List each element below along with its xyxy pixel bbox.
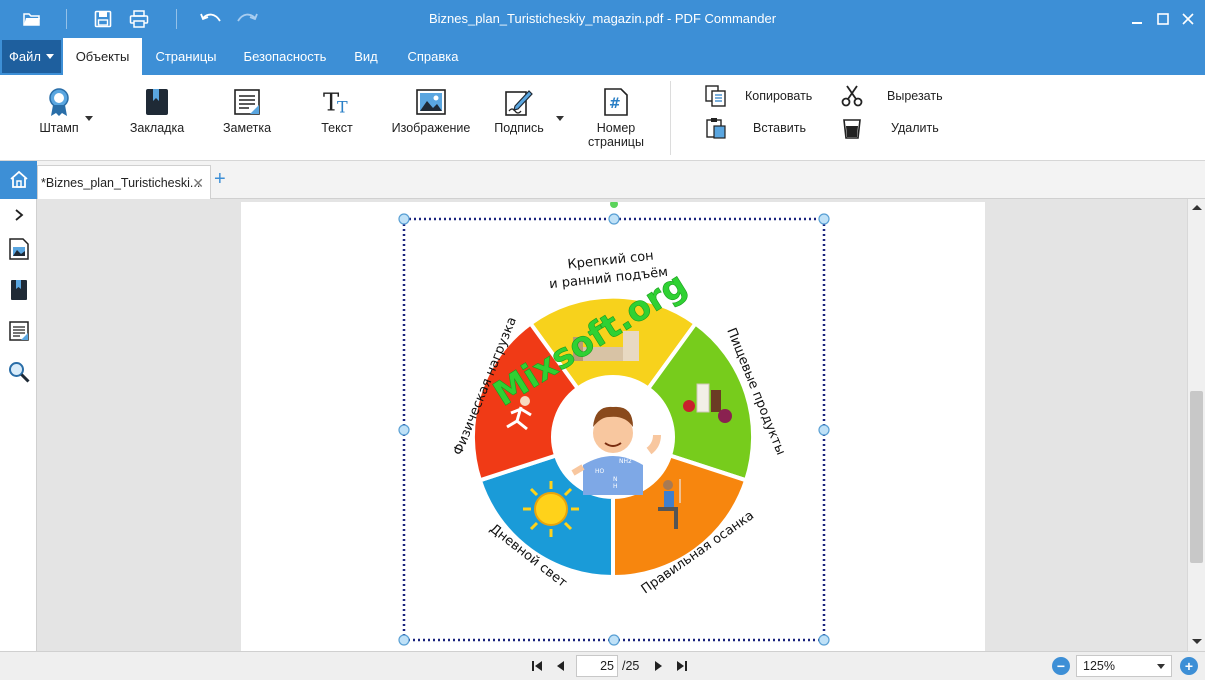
- text-label: Текст: [321, 121, 353, 135]
- zoom-value: 125%: [1083, 659, 1115, 673]
- text-button[interactable]: TT Текст: [318, 87, 356, 135]
- delete-label: Удалить: [891, 121, 939, 135]
- zoom-in-icon[interactable]: +: [1180, 657, 1198, 675]
- annotations-icon[interactable]: [7, 319, 31, 343]
- stamp-button[interactable]: Штамп: [36, 87, 82, 135]
- page-number-icon: #: [601, 87, 631, 117]
- document-tabs-bar: *Biznes_plan_Turisticheski... ✕ +: [0, 161, 1205, 199]
- cut-label: Вырезать: [887, 89, 943, 103]
- next-page-icon[interactable]: [651, 658, 667, 674]
- file-menu-button[interactable]: Файл: [2, 40, 61, 73]
- left-sidebar: [0, 199, 37, 651]
- tab-help[interactable]: Справка: [398, 38, 468, 75]
- menu-bar: Файл Объекты Страницы Безопасность Вид С…: [0, 38, 1205, 75]
- tab-view[interactable]: Вид: [346, 38, 386, 75]
- cut-button[interactable]: Вырезать: [841, 85, 943, 107]
- ribbon-separator: [670, 81, 671, 155]
- zoom-select[interactable]: 125%: [1076, 655, 1172, 677]
- copy-icon: [705, 85, 727, 107]
- pdf-page[interactable]: HO NH2 N H Крепкий сон и ранний подъём П…: [241, 200, 985, 651]
- image-icon: [416, 87, 446, 117]
- svg-text:T: T: [337, 97, 348, 116]
- signature-dropdown-icon[interactable]: [556, 116, 564, 121]
- chevron-down-icon: [45, 54, 54, 59]
- add-tab-icon[interactable]: +: [214, 168, 226, 191]
- tab-objects[interactable]: Объекты: [63, 38, 142, 75]
- document-tab-label: *Biznes_plan_Turisticheski...: [41, 175, 201, 190]
- stamp-dropdown-icon[interactable]: [85, 116, 93, 121]
- scissors-icon: [841, 85, 863, 107]
- molecule-label-ho: HO: [595, 468, 605, 475]
- signature-button[interactable]: Подпись: [492, 87, 546, 135]
- trash-icon: [841, 117, 863, 139]
- close-icon[interactable]: [1177, 8, 1199, 30]
- page-total: /25: [622, 659, 640, 673]
- image-button[interactable]: Изображение: [390, 87, 472, 135]
- home-button[interactable]: [0, 161, 37, 199]
- copy-label: Копировать: [745, 89, 813, 103]
- paste-icon: [705, 117, 727, 139]
- molecule-label-h: H: [613, 483, 618, 490]
- thumbnails-icon[interactable]: [7, 237, 31, 261]
- file-menu-label: Файл: [9, 49, 41, 64]
- close-tab-icon[interactable]: ✕: [192, 175, 204, 192]
- home-icon: [9, 170, 29, 191]
- vertical-scrollbar[interactable]: [1187, 199, 1205, 651]
- delete-button[interactable]: Удалить: [841, 117, 939, 139]
- image-label: Изображение: [391, 121, 471, 135]
- signature-icon: [504, 87, 534, 117]
- stamp-label: Штамп: [39, 121, 79, 135]
- last-page-icon[interactable]: [674, 658, 690, 674]
- bookmark-icon: [142, 87, 172, 117]
- paste-label: Вставить: [753, 121, 806, 135]
- note-label: Заметка: [222, 121, 272, 135]
- page-image: HO NH2 N H Крепкий сон и ранний подъём П…: [398, 200, 830, 646]
- bookmarks-icon[interactable]: [7, 278, 31, 302]
- molecule-label-nh2: NH2: [619, 458, 632, 465]
- page-number-label-1: Номер: [596, 121, 636, 135]
- paste-button[interactable]: Вставить: [705, 117, 806, 139]
- tab-pages[interactable]: Страницы: [147, 38, 225, 75]
- scrollbar-thumb[interactable]: [1190, 391, 1203, 563]
- tab-security[interactable]: Безопасность: [234, 38, 336, 75]
- document-tab[interactable]: *Biznes_plan_Turisticheski... ✕: [37, 165, 211, 199]
- expand-icon[interactable]: [7, 203, 31, 227]
- maximize-icon[interactable]: [1152, 8, 1174, 30]
- note-button[interactable]: Заметка: [221, 87, 273, 135]
- text-icon: TT: [322, 87, 352, 117]
- svg-text:#: #: [609, 96, 621, 112]
- scroll-down-icon[interactable]: [1192, 639, 1202, 644]
- window-title: Biznes_plan_Turisticheskiy_magazin.pdf -…: [428, 11, 777, 26]
- scroll-up-icon[interactable]: [1192, 205, 1202, 210]
- page-number-button[interactable]: # Номер страницы: [586, 87, 646, 149]
- zoom-out-icon[interactable]: −: [1052, 657, 1070, 675]
- note-icon: [232, 87, 262, 117]
- bookmark-label: Закладка: [129, 121, 185, 135]
- chevron-down-icon: [1157, 664, 1165, 669]
- page-number-input[interactable]: 25: [576, 655, 618, 677]
- page-number-label-2: страницы: [588, 135, 644, 149]
- first-page-icon[interactable]: [529, 658, 545, 674]
- molecule-label-n: N: [613, 476, 618, 483]
- ribbon-toolbar: Штамп Закладка Заметка TT Текст Изображе…: [0, 75, 1205, 161]
- document-workspace[interactable]: HO NH2 N H Крепкий сон и ранний подъём П…: [37, 199, 1187, 651]
- minimize-icon[interactable]: [1126, 8, 1148, 30]
- status-bar: 25 /25 − 125% +: [0, 651, 1205, 680]
- prev-page-icon[interactable]: [552, 658, 568, 674]
- stamp-icon: [44, 87, 74, 117]
- bookmark-button[interactable]: Закладка: [129, 87, 185, 135]
- search-icon[interactable]: [7, 360, 31, 384]
- title-bar: Biznes_plan_Turisticheskiy_magazin.pdf -…: [0, 0, 1205, 38]
- signature-label: Подпись: [494, 121, 544, 135]
- copy-button[interactable]: Копировать: [705, 85, 812, 107]
